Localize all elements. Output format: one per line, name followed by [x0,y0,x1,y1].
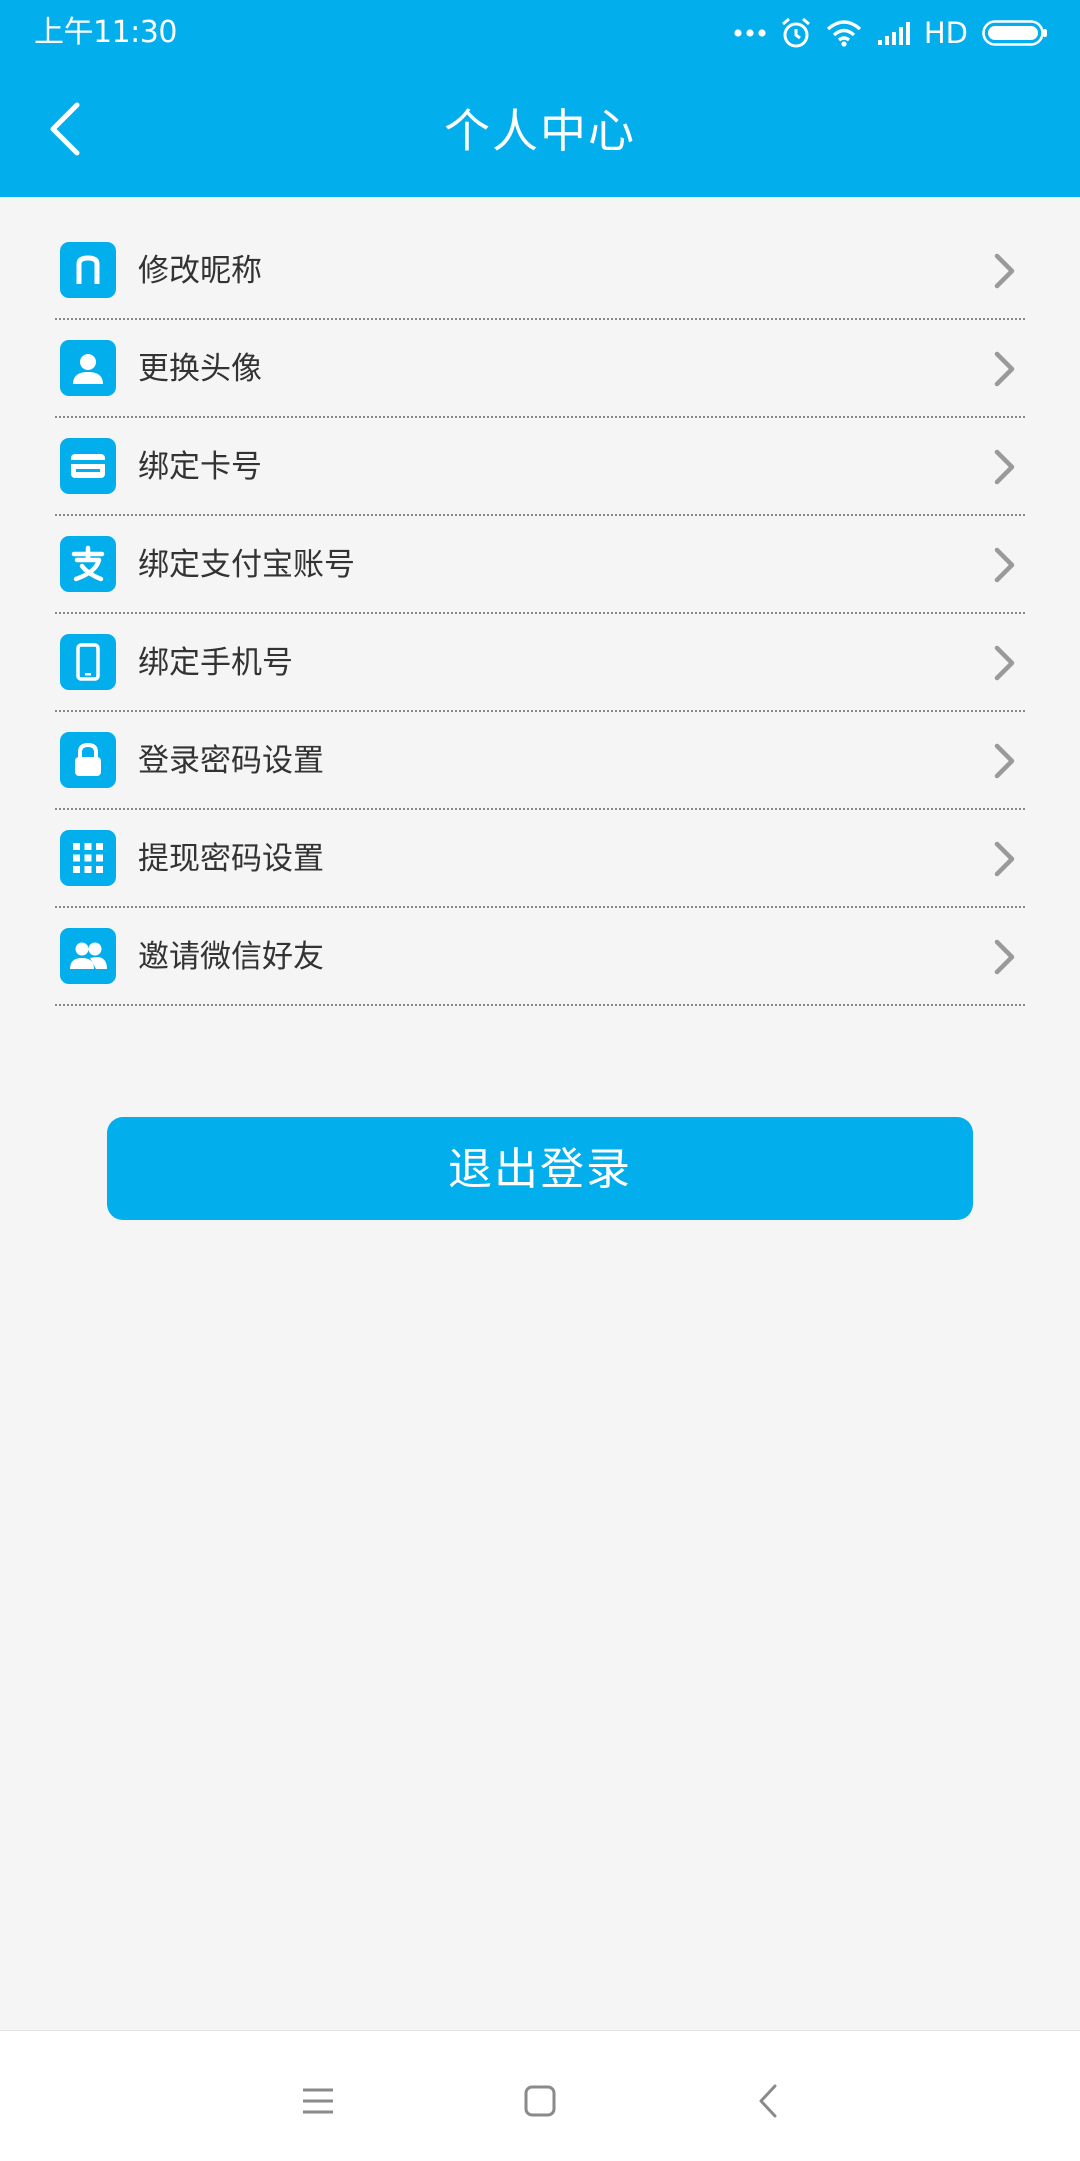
back-icon[interactable] [738,2071,798,2131]
status-bar: 上午11:30 HD [0,0,1080,66]
lock-icon [60,732,116,788]
menu-item-label: 绑定手机号 [138,645,293,681]
menu-item-label: 提现密码设置 [138,841,324,877]
chevron-right-icon [985,349,1025,389]
menu-item-label: 绑定卡号 [138,449,262,485]
menu-item-alipay[interactable]: 绑定支付宝账号 [55,517,1025,614]
menu-item-login-password[interactable]: 登录密码设置 [55,713,1025,810]
menu-item-withdraw-password[interactable]: 提现密码设置 [55,811,1025,908]
chevron-right-icon [985,643,1025,683]
status-time: 上午11:30 [34,15,177,50]
app-header: 上午11:30 HD 个人中心 [0,0,1080,197]
avatar-icon [60,340,116,396]
alarm-icon [780,17,812,49]
menu-item-label: 邀请微信好友 [138,939,324,975]
chevron-right-icon [985,447,1025,487]
menu-item-label: 登录密码设置 [138,743,324,779]
menu-item-card[interactable]: 绑定卡号 [55,419,1025,516]
system-nav-bar [0,2030,1080,2161]
chevron-right-icon [985,545,1025,585]
settings-menu: 修改昵称 更换头像 绑定卡号 绑定支付宝账号 绑定手机号 登录密码设置 提现密码… [55,223,1025,1007]
more-dots-icon [734,28,766,38]
friends-icon [60,928,116,984]
menu-icon[interactable] [288,2071,348,2131]
chevron-right-icon [985,839,1025,879]
alipay-icon [60,536,116,592]
keypad-icon [60,830,116,886]
menu-item-invite-wechat[interactable]: 邀请微信好友 [55,909,1025,1006]
status-icons: HD [720,12,1048,54]
menu-item-label: 绑定支付宝账号 [138,547,355,583]
chevron-right-icon [985,937,1025,977]
page-title: 个人中心 [444,104,636,158]
signal-icon [876,20,914,46]
menu-item-nickname[interactable]: 修改昵称 [55,223,1025,320]
menu-item-label: 更换头像 [138,351,262,387]
logout-button[interactable]: 退出登录 [107,1117,973,1220]
card-icon [60,438,116,494]
chevron-right-icon [985,251,1025,291]
wifi-icon [826,19,862,47]
menu-item-avatar[interactable]: 更换头像 [55,321,1025,418]
chevron-right-icon [985,741,1025,781]
network-label: HD [923,16,968,50]
battery-icon [982,20,1048,46]
menu-item-phone[interactable]: 绑定手机号 [55,615,1025,712]
menu-item-label: 修改昵称 [138,253,262,289]
phone-icon [60,634,116,690]
home-icon[interactable] [510,2071,570,2131]
title-bar: 个人中心 [0,66,1080,197]
nickname-icon [60,242,116,298]
